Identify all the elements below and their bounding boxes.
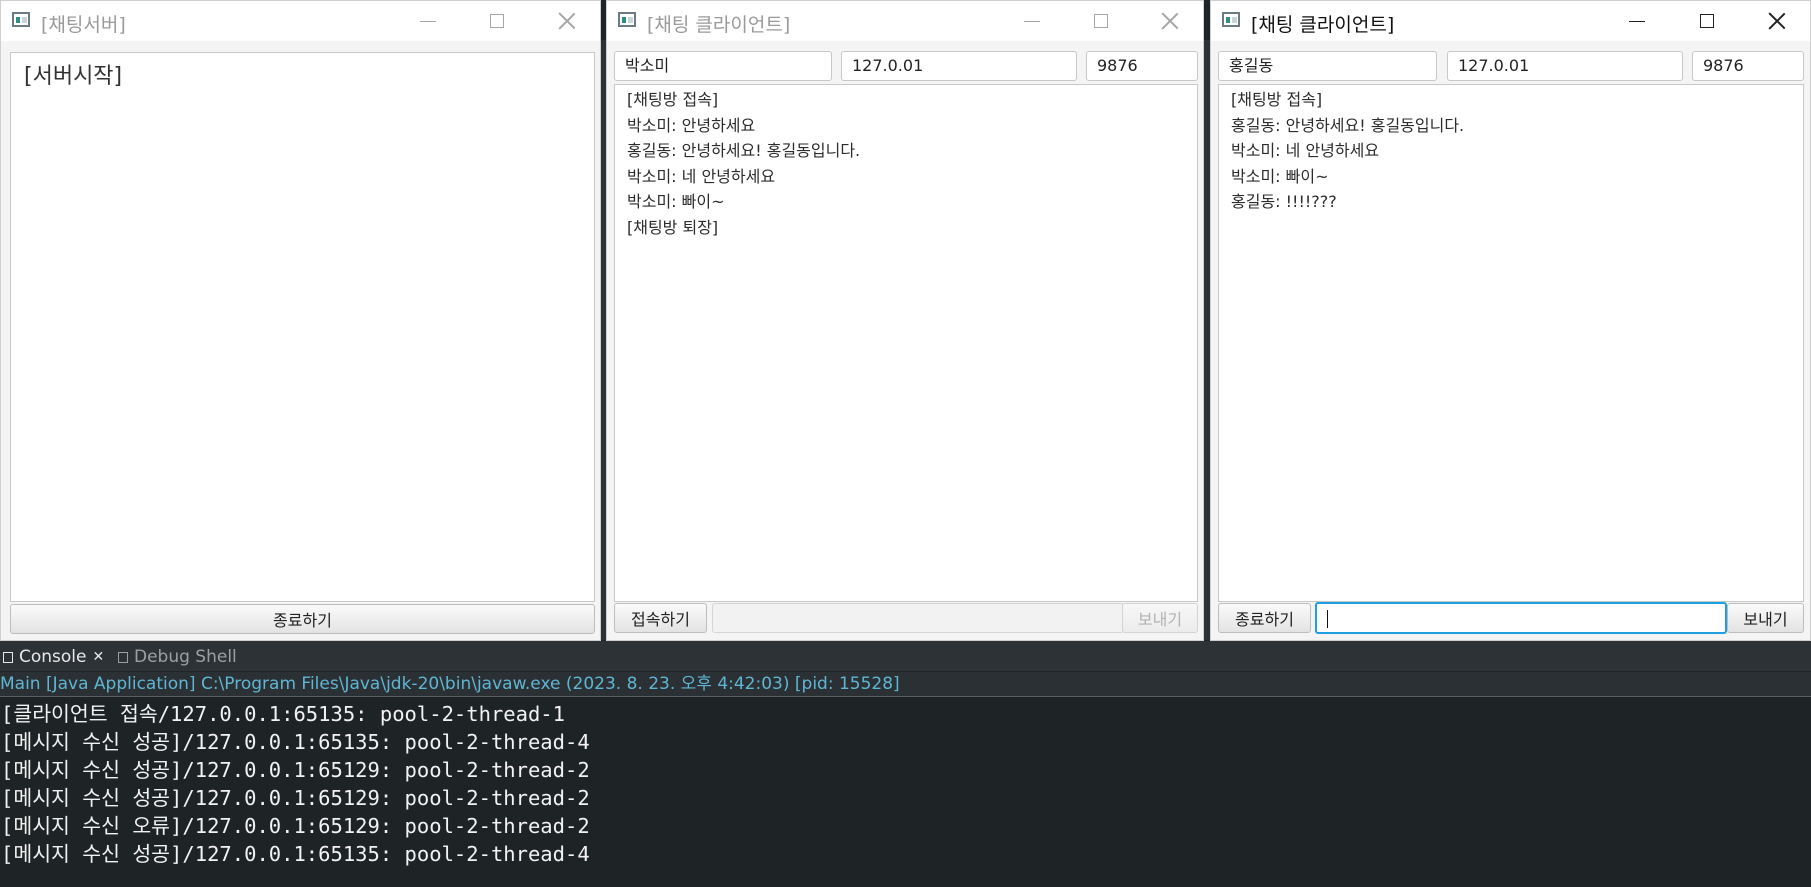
console-line: [메시지 수신 성공]/127.0.0.1:65129: pool-2-thre… xyxy=(1,758,590,782)
close-button[interactable] xyxy=(1135,1,1205,41)
chat-message: [채팅방 퇴장] xyxy=(627,217,719,237)
maximize-icon xyxy=(490,14,504,28)
chat-message: 박소미: 안녕하세요 xyxy=(627,115,756,135)
window-title: [채팅서버] xyxy=(41,14,126,36)
name-field[interactable]: 홍길동 xyxy=(1218,51,1437,81)
maximize-button[interactable] xyxy=(1672,1,1742,41)
disconnect-button[interactable]: 종료하기 xyxy=(1218,603,1311,633)
send-button[interactable]: 보내기 xyxy=(1727,603,1804,633)
server-log-text: [서버시작] xyxy=(24,64,123,89)
minimize-button[interactable] xyxy=(1602,1,1672,41)
minimize-icon xyxy=(420,20,436,22)
minimize-button[interactable] xyxy=(997,1,1067,41)
chat-message: 박소미: 네 안녕하세요 xyxy=(627,166,776,186)
stop-server-button[interactable]: 종료하기 xyxy=(10,604,595,634)
app-icon xyxy=(12,12,30,27)
server-window: [채팅서버] [서버시작] 종료하기 xyxy=(0,0,601,641)
console-output[interactable]: [클라이언트 접속/127.0.0.1:65135: pool-2-thread… xyxy=(0,697,1811,887)
chat-message: 박소미: 네 안녕하세요 xyxy=(1231,141,1380,160)
ip-field[interactable]: 127.0.01 xyxy=(1447,51,1683,81)
window-title: [채팅 클라이언트] xyxy=(1251,14,1395,36)
client-window-1: [채팅 클라이언트] 박소미 127.0.01 9876 [채팅방 접속] 박소… xyxy=(606,0,1204,641)
minimize-icon xyxy=(1024,20,1040,22)
title-bar[interactable]: [채팅 클라이언트] xyxy=(607,1,1203,41)
send-button[interactable]: 보내기 xyxy=(1122,603,1198,633)
close-icon xyxy=(1768,12,1786,30)
message-input[interactable] xyxy=(712,603,1124,633)
close-icon xyxy=(558,12,576,30)
chat-message: [채팅방 접속] xyxy=(1231,90,1323,109)
text-caret xyxy=(1327,609,1328,628)
console-line: [메시지 수신 성공]/127.0.0.1:65129: pool-2-thre… xyxy=(1,786,590,810)
chat-message: 홍길동: 안녕하세요! 홍길동입니다. xyxy=(1231,115,1465,135)
chat-log-area[interactable]: [채팅방 접속] 박소미: 안녕하세요 홍길동: 안녕하세요! 홍길동입니다. … xyxy=(614,84,1198,602)
port-field[interactable]: 9876 xyxy=(1692,51,1804,81)
close-button[interactable] xyxy=(1742,1,1811,41)
console-icon xyxy=(3,651,13,663)
window-title: [채팅 클라이언트] xyxy=(647,14,791,36)
ip-field[interactable]: 127.0.01 xyxy=(841,51,1077,81)
app-icon xyxy=(1222,12,1240,27)
client-window-2: [채팅 클라이언트] 홍길동 127.0.01 9876 [채팅방 접속] 홍길… xyxy=(1210,0,1811,641)
server-log-area[interactable]: [서버시작] xyxy=(10,52,595,602)
close-icon xyxy=(1161,12,1179,30)
title-bar[interactable]: [채팅서버] xyxy=(1,1,600,41)
debug-shell-icon xyxy=(118,651,128,663)
tab-debug-shell-label: Debug Shell xyxy=(134,647,237,667)
close-tab-icon[interactable]: ✕ xyxy=(93,649,105,665)
chat-message: 박소미: 빠이~ xyxy=(1231,166,1329,186)
minimize-icon xyxy=(1629,20,1645,22)
maximize-icon xyxy=(1700,14,1714,28)
name-field[interactable]: 박소미 xyxy=(614,51,832,81)
message-input[interactable] xyxy=(1315,602,1727,634)
console-tab-bar: Console ✕ Debug Shell xyxy=(0,641,1811,671)
minimize-button[interactable] xyxy=(393,1,463,41)
chat-message: 박소미: 빠이~ xyxy=(627,192,725,211)
console-line: [메시지 수신 성공]/127.0.0.1:65135: pool-2-thre… xyxy=(1,842,590,866)
chat-message: 홍길동: !!!!??? xyxy=(1231,192,1337,211)
title-bar[interactable]: [채팅 클라이언트] xyxy=(1211,1,1810,41)
launch-info: Main [Java Application] C:\Program Files… xyxy=(0,672,1811,697)
tab-console[interactable]: Console ✕ xyxy=(3,645,104,669)
chat-message: 홍길동: 안녕하세요! 홍길동입니다. xyxy=(627,141,861,160)
console-line: [클라이언트 접속/127.0.0.1:65135: pool-2-thread… xyxy=(1,702,565,726)
connect-button[interactable]: 접속하기 xyxy=(614,603,707,633)
port-field[interactable]: 9876 xyxy=(1086,51,1198,81)
app-icon xyxy=(618,12,636,27)
maximize-button[interactable] xyxy=(1066,1,1136,41)
maximize-icon xyxy=(1094,14,1108,28)
tab-console-label: Console xyxy=(19,647,87,667)
close-button[interactable] xyxy=(532,1,602,41)
console-line: [메시지 수신 오류]/127.0.0.1:65129: pool-2-thre… xyxy=(1,814,590,838)
maximize-button[interactable] xyxy=(462,1,532,41)
console-line: [메시지 수신 성공]/127.0.0.1:65135: pool-2-thre… xyxy=(1,730,590,754)
chat-message: [채팅방 접속] xyxy=(627,90,719,109)
tab-debug-shell[interactable]: Debug Shell xyxy=(118,645,237,669)
chat-log-area[interactable]: [채팅방 접속] 홍길동: 안녕하세요! 홍길동입니다. 박소미: 네 안녕하세… xyxy=(1218,84,1804,602)
